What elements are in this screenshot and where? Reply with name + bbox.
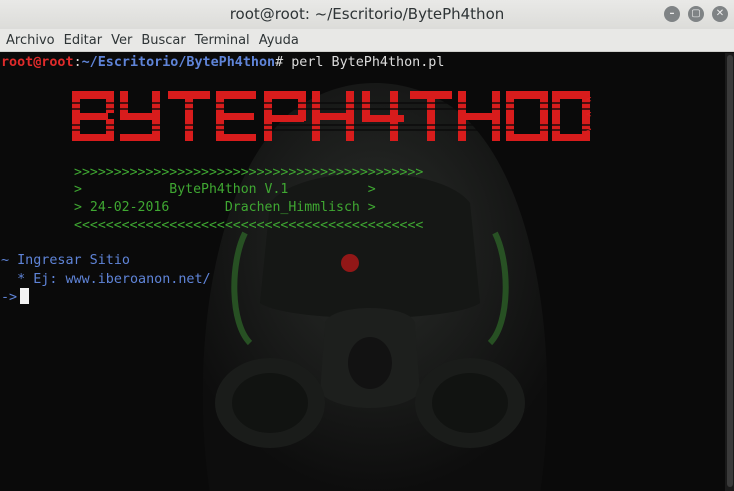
close-icon[interactable]: ✕ — [712, 6, 728, 22]
logo-side-marks: < < > — [586, 95, 592, 135]
prompt-sep: : — [73, 55, 82, 70]
ingresar-sitio-text: ~ Ingresar Sitio — [1, 253, 130, 268]
banner-bottom-border: <<<<<<<<<<<<<<<<<<<<<<<<<<<<<<<<<<<<<<<<… — [74, 218, 424, 233]
window-controls: – ▢ ✕ — [664, 6, 728, 22]
menu-ver[interactable]: Ver — [111, 33, 132, 48]
maximize-icon[interactable]: ▢ — [688, 6, 704, 22]
scroll-thumb[interactable] — [727, 55, 733, 487]
example-url-text: * Ej: www.iberoanon.net/ — [1, 272, 211, 287]
window-title: root@root: ~/Escritorio/BytePh4thon — [229, 5, 505, 23]
menu-terminal[interactable]: Terminal — [195, 33, 250, 48]
banner-author-line: > 24-02-2016 Drachen_Himmlisch > — [74, 200, 376, 215]
scrollbar[interactable] — [725, 53, 734, 491]
prompt-line: root@root:~/Escritorio/BytePh4thon# perl… — [1, 53, 444, 72]
prompt-hash: # — [275, 55, 284, 70]
text-cursor — [20, 288, 30, 304]
terminal-area[interactable]: root@root:~/Escritorio/BytePh4thon# perl… — [0, 53, 734, 491]
menu-buscar[interactable]: Buscar — [141, 33, 185, 48]
input-line[interactable]: -> — [1, 288, 30, 307]
menu-bar: Archivo Editar Ver Buscar Terminal Ayuda — [0, 29, 734, 52]
title-bar[interactable]: root@root: ~/Escritorio/BytePh4thon – ▢ … — [0, 0, 734, 30]
prompt-user: root@root — [1, 55, 74, 70]
menu-archivo[interactable]: Archivo — [6, 33, 55, 48]
menu-editar[interactable]: Editar — [64, 33, 103, 48]
terminal-window: root@root: ~/Escritorio/BytePh4thon – ▢ … — [0, 0, 734, 491]
menu-ayuda[interactable]: Ayuda — [259, 33, 299, 48]
banner-version-line: > BytePh4thon V.1 > — [74, 182, 376, 197]
command-text: perl BytePh4thon.pl — [283, 55, 445, 70]
prompt-path: ~/Escritorio/BytePh4thon — [81, 55, 276, 70]
minimize-icon[interactable]: – — [664, 6, 680, 22]
byteph4thon-logo — [72, 91, 592, 141]
input-prompt: -> — [1, 290, 18, 305]
